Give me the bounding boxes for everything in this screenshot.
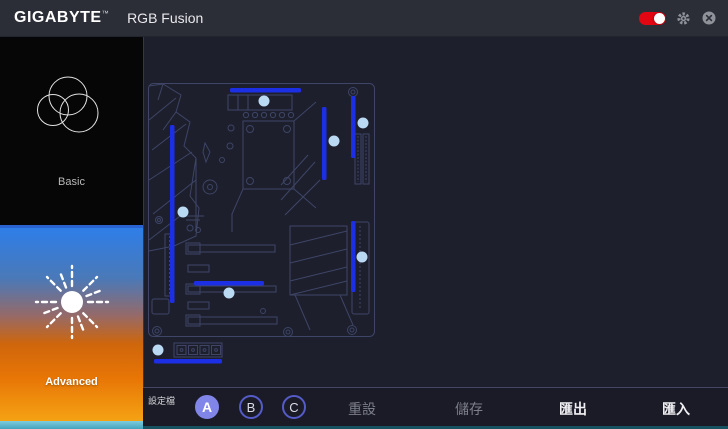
trademark-mark: ™ [102,11,110,18]
export-button[interactable]: 匯出 [559,399,587,419]
motherboard-diagram [143,36,728,387]
led-strip[interactable] [322,107,327,180]
save-button[interactable]: 儲存 [455,399,483,419]
sidebar-item-label: Advanced [0,376,143,388]
led-power-toggle[interactable] [639,12,666,25]
toggle-knob [654,13,665,24]
led-strip[interactable] [230,88,301,93]
led-strip[interactable] [351,221,356,292]
profiles-label: 設定檔 [148,394,175,407]
led-strip[interactable] [154,359,222,364]
led-zone-dot[interactable] [153,345,164,356]
led-zone-dot[interactable] [224,288,235,299]
mode-sidebar: Basic [0,36,143,421]
reset-button[interactable]: 重設 [348,399,376,419]
sidebar-selection-strip [0,421,143,429]
profile-slot-c[interactable]: C [282,395,306,419]
import-button[interactable]: 匯入 [662,399,690,419]
led-strip[interactable] [194,281,264,286]
gear-icon[interactable] [676,11,691,26]
sidebar-item-advanced[interactable]: Advanced [0,228,143,421]
led-zone-dot[interactable] [178,207,189,218]
rgb-circles-icon [0,36,143,166]
led-zone-dot[interactable] [357,252,368,263]
sun-rays-icon [0,228,143,358]
sidebar-item-basic[interactable]: Basic [0,36,143,225]
led-zone-dot[interactable] [358,118,369,129]
led-zone-dot[interactable] [259,96,270,107]
brand-text: GIGABYTE [14,9,102,26]
led-strip[interactable] [170,125,175,303]
titlebar-controls [639,11,716,26]
gigabyte-logo: GIGABYTE™ [14,9,109,27]
close-icon[interactable] [701,11,716,26]
led-strip[interactable] [351,96,356,158]
sidebar-item-label: Basic [0,176,143,188]
profile-toolbar: 設定檔 A B C 重設 儲存 匯出 匯入 [143,387,728,427]
profile-slot-b[interactable]: B [239,395,263,419]
rgb-fusion-window: GIGABYTE™ RGB Fusion [0,0,728,429]
profile-slot-a[interactable]: A [195,395,219,419]
app-title: RGB Fusion [127,10,203,26]
titlebar: GIGABYTE™ RGB Fusion [0,0,728,37]
led-zone-dot[interactable] [329,136,340,147]
